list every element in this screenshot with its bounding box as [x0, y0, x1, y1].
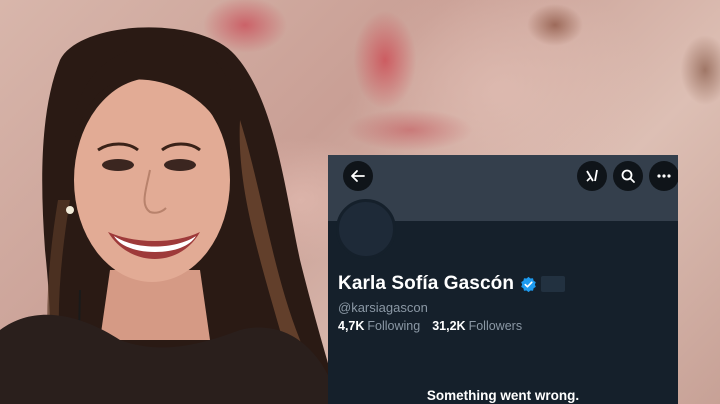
- search-icon: [621, 169, 635, 183]
- profile-name-row: Karla Sofía Gascón: [338, 271, 566, 297]
- error-message: Something went wrong.: [426, 388, 580, 403]
- back-arrow-icon: [351, 170, 365, 182]
- followers-link[interactable]: 31,2K Followers: [432, 319, 522, 333]
- grok-button[interactable]: [577, 161, 607, 191]
- following-count: 4,7K: [338, 319, 365, 333]
- following-label: Following: [367, 319, 421, 333]
- followers-count: 31,2K: [432, 319, 466, 333]
- more-icon: [657, 174, 671, 178]
- follow-stats: 4,7K Following 31,2K Followers: [338, 319, 522, 333]
- back-button[interactable]: [343, 161, 373, 191]
- following-link[interactable]: 4,7K Following: [338, 319, 420, 333]
- search-button[interactable]: [613, 161, 643, 191]
- display-name: Karla Sofía Gascón: [338, 273, 515, 294]
- avatar[interactable]: [336, 199, 396, 259]
- portrait-photo: [0, 27, 340, 404]
- profile-handle: @karsiagascon: [338, 300, 428, 315]
- followers-label: Followers: [468, 319, 523, 333]
- x-profile-panel: Karla Sofía Gascón @karsiagascon 4,7K Fol…: [328, 155, 678, 404]
- more-button[interactable]: [649, 161, 678, 191]
- obscured-label: [541, 276, 566, 292]
- verified-badge-icon: [521, 276, 536, 292]
- grok-icon: [586, 169, 598, 182]
